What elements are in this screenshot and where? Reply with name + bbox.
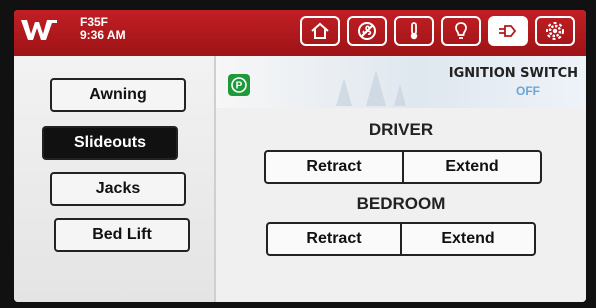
driver-retract-button[interactable]: Retract — [266, 152, 402, 182]
main-panel: P IGNITION SWITCH OFF DRIVER Retract Ext… — [216, 56, 586, 302]
ignition-status: OFF — [516, 84, 540, 98]
sidebar-item-bed-lift[interactable]: Bed Lift — [54, 218, 190, 252]
sidebar-item-awning[interactable]: Awning — [50, 78, 186, 112]
trees-decoration — [336, 70, 406, 106]
nav-home-button[interactable] — [300, 16, 340, 46]
sidebar: Awning Slideouts Jacks Bed Lift — [14, 56, 214, 302]
nav-climate-button[interactable] — [394, 16, 434, 46]
status-banner: P IGNITION SWITCH OFF — [216, 56, 586, 108]
bedroom-controls: Retract Extend — [266, 222, 536, 256]
gear-icon — [546, 22, 564, 40]
driver-extend-button[interactable]: Extend — [402, 152, 540, 182]
plug-icon — [499, 25, 517, 37]
clock-time: 9:36 AM — [80, 28, 126, 42]
unit-info: F35F 9:36 AM — [80, 16, 126, 42]
thermometer-icon — [410, 22, 418, 40]
header-bar: F35F 9:36 AM — [14, 10, 586, 56]
nav-power-button[interactable] — [488, 16, 528, 46]
nav-settings-button[interactable] — [535, 16, 575, 46]
svg-text:P: P — [236, 81, 243, 92]
parking-brake-icon: P — [228, 74, 250, 96]
nav-fan-button[interactable] — [347, 16, 387, 46]
light-bulb-icon — [455, 22, 467, 39]
fan-off-icon — [358, 22, 376, 40]
nav-lights-button[interactable] — [441, 16, 481, 46]
sidebar-item-slideouts[interactable]: Slideouts — [42, 126, 178, 160]
bedroom-retract-button[interactable]: Retract — [268, 224, 400, 254]
driver-group-title: DRIVER — [368, 120, 434, 139]
brand-logo — [21, 20, 57, 40]
sidebar-item-jacks[interactable]: Jacks — [50, 172, 186, 206]
ignition-switch-label: IGNITION SWITCH — [448, 66, 578, 81]
touch-screen: F35F 9:36 AM Awning Slideouts Jacks Bed … — [14, 10, 586, 302]
driver-controls: Retract Extend — [264, 150, 542, 184]
home-icon — [311, 22, 329, 39]
bedroom-extend-button[interactable]: Extend — [400, 224, 534, 254]
bedroom-group-title: BEDROOM — [356, 194, 446, 213]
